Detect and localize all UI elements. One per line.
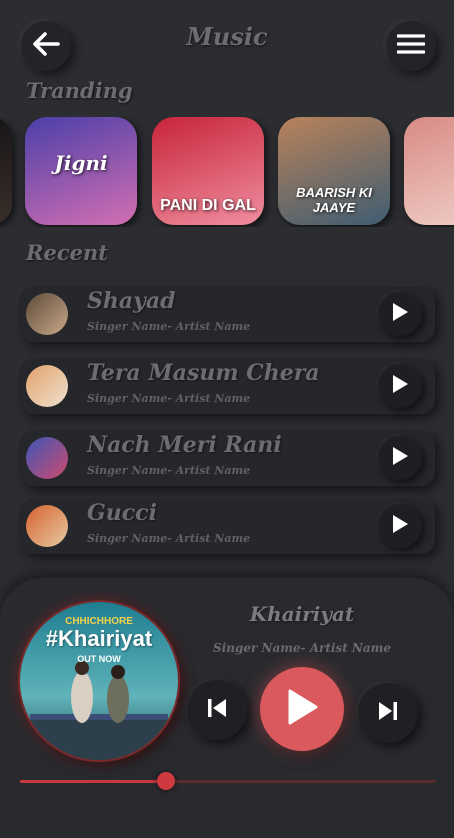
list-item[interactable]: Gucci Singer Name- Artist Name: [19, 498, 435, 554]
list-item[interactable]: Shayad Singer Name- Artist Name: [19, 286, 435, 342]
hamburger-menu-icon: [396, 34, 426, 58]
cover-title-text: #Khairiyat: [45, 626, 153, 651]
list-item[interactable]: Nach Meri Rani Singer Name- Artist Name: [19, 430, 435, 486]
recent-section-title: Recent: [26, 240, 108, 265]
song-title: Shayad: [87, 288, 176, 314]
song-subtitle: Singer Name- Artist Name: [87, 320, 251, 333]
song-title: Nach Meri Rani: [87, 432, 282, 458]
play-pause-button[interactable]: [260, 667, 344, 751]
song-thumbnail: [26, 365, 68, 407]
progress-bar[interactable]: [20, 772, 436, 790]
song-title: Tera Masum Chera: [87, 360, 320, 386]
trending-card[interactable]: BAARISH KI JAAYE: [278, 117, 390, 225]
play-icon: [391, 302, 409, 326]
now-playing-title: Khairiyat: [249, 602, 355, 626]
trending-card-text: Jigni: [54, 151, 108, 175]
trending-card[interactable]: Jigni: [25, 117, 137, 225]
progress-handle[interactable]: [156, 772, 175, 790]
trending-card-text: PANI DI GAL: [160, 197, 256, 214]
skip-previous-icon: [206, 697, 228, 723]
now-playing-subtitle: Singer Name- Artist Name: [213, 641, 391, 655]
play-button[interactable]: [378, 436, 422, 480]
skip-next-icon: [377, 700, 399, 726]
play-icon: [391, 374, 409, 398]
play-icon: [285, 688, 319, 730]
play-icon: [391, 446, 409, 470]
trending-card[interactable]: [0, 117, 12, 225]
trending-card[interactable]: [404, 117, 454, 225]
song-subtitle: Singer Name- Artist Name: [87, 392, 251, 405]
play-button[interactable]: [378, 364, 422, 408]
list-item[interactable]: Tera Masum Chera Singer Name- Artist Nam…: [19, 358, 435, 414]
now-playing-cover: CHHICHHORE #Khairiyat OUT NOW: [18, 600, 180, 762]
progress-fill: [20, 780, 166, 783]
cover-badge-text: OUT NOW: [77, 654, 121, 664]
song-subtitle: Singer Name- Artist Name: [87, 532, 251, 545]
trending-card[interactable]: PANI DI GAL: [152, 117, 264, 225]
song-thumbnail: [26, 437, 68, 479]
song-thumbnail: [26, 505, 68, 547]
next-button[interactable]: [358, 683, 418, 743]
trending-card-text: BAARISH KI JAAYE: [296, 185, 372, 215]
previous-button[interactable]: [187, 680, 247, 740]
trending-section-title: Tranding: [26, 78, 133, 103]
song-thumbnail: [26, 293, 68, 335]
song-title: Gucci: [87, 500, 157, 526]
play-icon: [391, 514, 409, 538]
song-subtitle: Singer Name- Artist Name: [87, 464, 251, 477]
trending-carousel[interactable]: Jigni PANI DI GAL BAARISH KI JAAYE: [0, 117, 454, 227]
play-button[interactable]: [378, 504, 422, 548]
play-button[interactable]: [378, 292, 422, 336]
menu-button[interactable]: [386, 21, 436, 71]
